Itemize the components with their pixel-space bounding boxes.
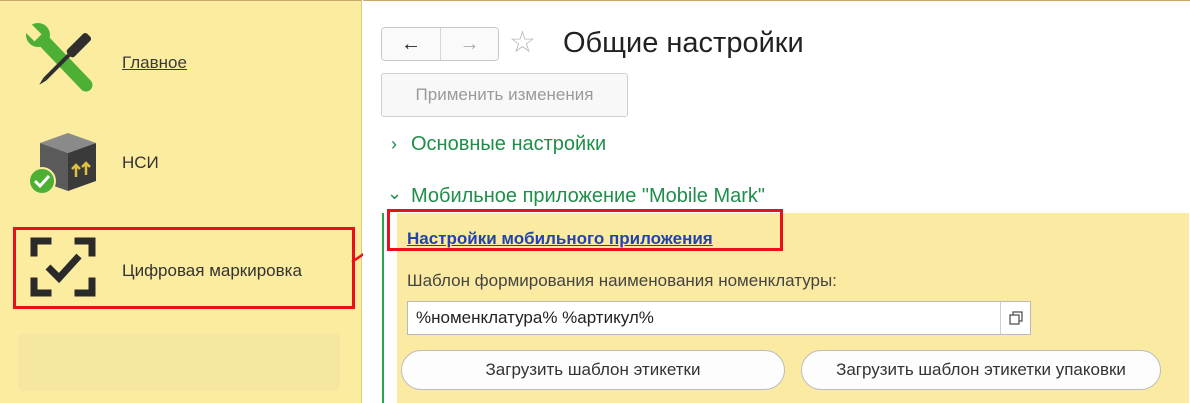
sidebar-item-label: НСИ [122,153,159,172]
open-form-icon[interactable] [1000,302,1030,334]
back-button[interactable]: ← [382,28,440,60]
template-field[interactable] [407,301,1031,335]
tools-icon [24,23,102,102]
sidebar-item-label: Цифровая маркировка [122,261,302,280]
sidebar-item-label[interactable]: Главное [122,53,187,73]
load-label-template-button[interactable]: Загрузить шаблон этикетки [401,350,785,390]
mobile-settings-link[interactable]: Настройки мобильного приложения [407,229,713,249]
section-label: Основные настройки [411,133,607,155]
page-title: Общие настройки [563,27,804,59]
section-label: Мобильное приложение "Mobile Mark" [411,185,766,207]
nav-buttons: ← → [381,27,499,61]
main-content: ← → ☆ Общие настройки Применить изменени… [363,0,1190,403]
chevron-right-icon: › [391,134,397,154]
boxes-icon [26,129,106,202]
apply-changes-button[interactable]: Применить изменения [381,73,628,117]
section-group-line [382,213,384,403]
section-mobile-app[interactable]: ⌄ Мобильное приложение "Mobile Mark" [387,183,766,208]
load-pack-label-template-button[interactable]: Загрузить шаблон этикетки упаковки [801,350,1161,390]
sidebar-item-digital-marking[interactable]: Цифровая маркировка [0,229,362,307]
chevron-down-icon: ⌄ [387,183,403,203]
scan-check-icon [30,235,96,304]
forward-button[interactable]: → [439,28,498,60]
sidebar-item-nsi[interactable]: НСИ [0,121,362,201]
sidebar-item-main[interactable]: Главное [0,19,362,99]
favorite-star-icon[interactable]: ☆ [509,25,536,61]
sidebar-placeholder [18,333,340,391]
template-caption: Шаблон формирования наименования номенкл… [407,271,837,290]
section-basic-settings[interactable]: › Основные настройки [387,133,606,156]
template-input[interactable] [408,302,1000,334]
sidebar: Главное НСИ Цифровая маркировка [0,0,362,403]
mobile-settings-panel: Настройки мобильного приложения Шаблон ф… [387,209,1189,403]
